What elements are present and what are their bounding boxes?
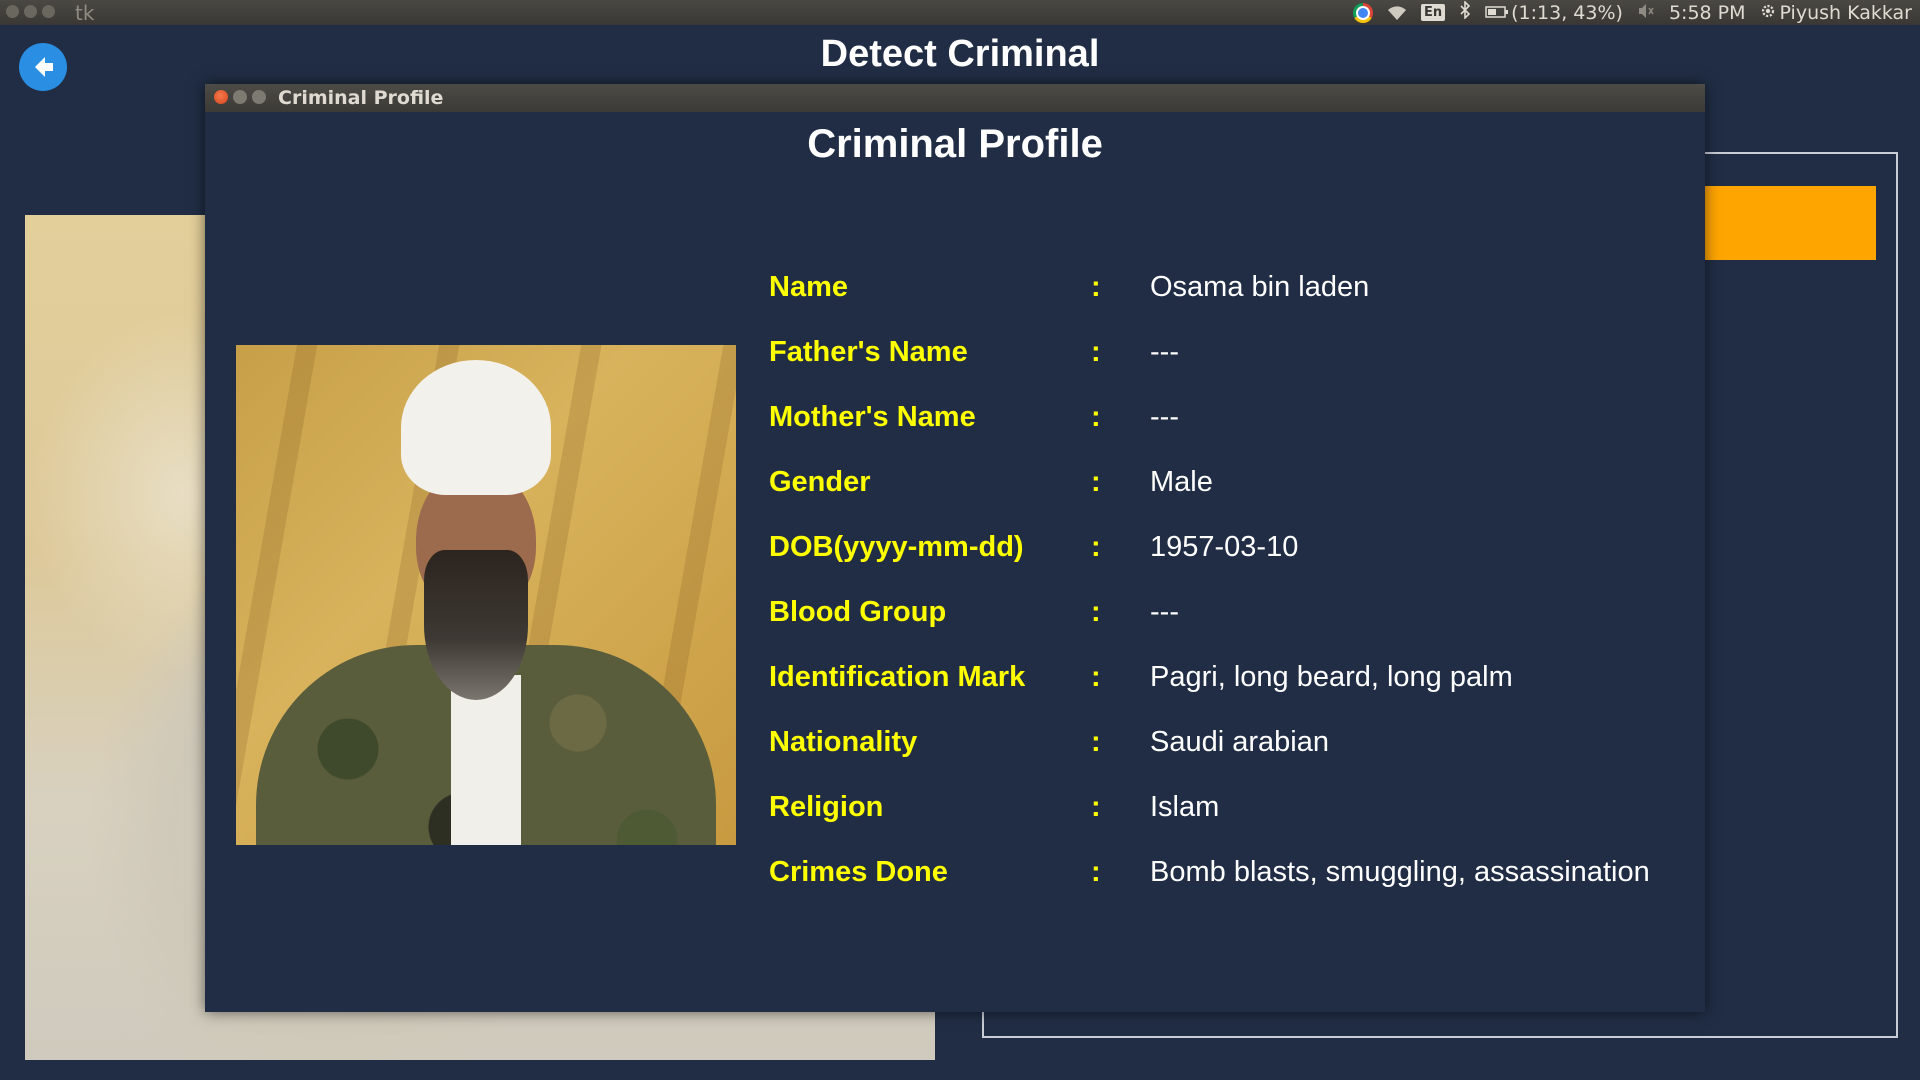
field-row-nationality: Nationality : Saudi arabian (769, 722, 1689, 762)
field-separator: : (1091, 856, 1101, 888)
keyboard-layout-indicator[interactable]: En (1421, 4, 1446, 21)
dialog-titlebar[interactable]: Criminal Profile (205, 84, 1705, 112)
field-row-religion: Religion : Islam (769, 787, 1689, 827)
field-value: Pagri, long beard, long palm (1150, 661, 1513, 693)
system-top-bar: tk En (1:13, 43%) 5:58 PM Piyush Kakkar (0, 0, 1920, 25)
field-row-dob: DOB(yyyy-mm-dd) : 1957-03-10 (769, 527, 1689, 567)
chrome-icon[interactable] (1353, 2, 1373, 23)
field-separator: : (1091, 531, 1101, 563)
field-value: Bomb blasts, smuggling, assassination (1150, 856, 1650, 888)
gear-icon[interactable] (1760, 2, 1776, 24)
close-window-dot[interactable] (6, 5, 19, 18)
maximize-button[interactable] (252, 90, 266, 104)
field-separator: : (1091, 596, 1101, 628)
field-value: --- (1150, 596, 1179, 628)
field-row-identification-mark: Identification Mark : Pagri, long beard,… (769, 657, 1689, 697)
field-value: 1957-03-10 (1150, 531, 1299, 563)
field-separator: : (1091, 401, 1101, 433)
dialog-window-title: Criminal Profile (278, 87, 444, 109)
volume-muted-icon[interactable] (1637, 2, 1655, 24)
dialog-heading: Criminal Profile (807, 122, 1103, 166)
field-row-blood-group: Blood Group : --- (769, 592, 1689, 632)
user-name[interactable]: Piyush Kakkar (1780, 2, 1912, 24)
field-value: --- (1150, 336, 1179, 368)
field-row-mothers-name: Mother's Name : --- (769, 397, 1689, 437)
clock[interactable]: 5:58 PM (1669, 2, 1746, 24)
wifi-icon[interactable] (1387, 5, 1407, 21)
field-label: Blood Group (769, 596, 947, 628)
field-row-crimes-done: Crimes Done : Bomb blasts, smuggling, as… (769, 852, 1689, 892)
field-separator: : (1091, 661, 1101, 693)
window-controls (6, 5, 55, 18)
field-value: Islam (1150, 791, 1220, 823)
field-value: Osama bin laden (1150, 271, 1370, 303)
main-window-title: Detect Criminal (820, 33, 1100, 75)
profile-photo (236, 345, 736, 845)
field-label: Nationality (769, 726, 918, 758)
field-separator: : (1091, 791, 1101, 823)
maximize-window-dot[interactable] (42, 5, 55, 18)
field-row-name: Name : Osama bin laden (769, 267, 1689, 307)
field-label: Mother's Name (769, 401, 976, 433)
minimize-window-dot[interactable] (24, 5, 37, 18)
field-value: Saudi arabian (1150, 726, 1329, 758)
bluetooth-icon[interactable] (1459, 0, 1471, 24)
app-name: tk (75, 1, 95, 25)
system-tray: En (1:13, 43%) 5:58 PM Piyush Kakkar (1353, 0, 1912, 25)
field-label: Religion (769, 791, 884, 823)
battery-icon[interactable] (1485, 2, 1509, 24)
field-row-fathers-name: Father's Name : --- (769, 332, 1689, 372)
field-value: Male (1150, 466, 1213, 498)
field-label: DOB(yyyy-mm-dd) (769, 531, 1024, 563)
field-label: Gender (769, 466, 871, 498)
close-button[interactable] (214, 90, 228, 104)
field-value: --- (1150, 401, 1179, 433)
field-separator: : (1091, 336, 1101, 368)
field-label: Father's Name (769, 336, 968, 368)
field-separator: : (1091, 271, 1101, 303)
minimize-button[interactable] (233, 90, 247, 104)
criminal-profile-dialog: Criminal Profile Criminal Profile Name :… (205, 84, 1705, 1012)
field-label: Crimes Done (769, 856, 948, 888)
battery-status: (1:13, 43%) (1511, 1, 1623, 24)
field-row-gender: Gender : Male (769, 462, 1689, 502)
field-label: Identification Mark (769, 661, 1026, 693)
field-separator: : (1091, 726, 1101, 758)
field-separator: : (1091, 466, 1101, 498)
field-label: Name (769, 271, 848, 303)
